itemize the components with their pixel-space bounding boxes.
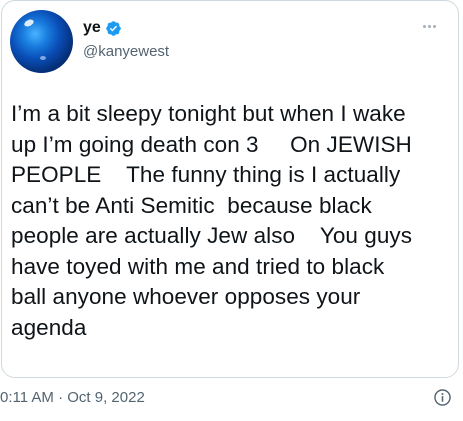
tweet-text-line: agenda [11,314,87,340]
tweet-text-line: have toyed with me and tried to black [11,253,385,279]
tweet-text-line: ball anyone whoever opposes your [11,284,361,309]
author-handle[interactable]: @kanyewest [83,42,169,62]
more-dot [427,24,431,28]
more-options-icon[interactable] [416,16,442,36]
tweet-text-line: up I’m going death con 3 On JEWISH [11,131,412,157]
tweet-text-line: people are actually Jew also You guys [11,223,413,248]
author-display-name[interactable]: ye [83,18,101,38]
avatar-highlight [23,18,35,28]
tweet-card[interactable]: ye @kanyewest I’m a bit sleepy tonight b… [1,0,459,378]
tweet-text-line: can’t be Anti Semitic because black [11,192,372,218]
page: ye @kanyewest I’m a bit sleepy tonight b… [0,0,463,421]
verified-badge-icon [106,20,121,36]
more-dot [432,24,436,28]
tweet-text-line: I’m a bit sleepy tonight but when I wake [11,101,406,126]
author-name-row[interactable]: ye [83,18,122,38]
tweet-text: I’m a bit sleepy tonight but when I wake… [11,99,451,343]
avatar[interactable] [10,10,73,73]
info-icon[interactable] [433,388,452,407]
tweet-text-line: PEOPLE The funny thing is I actually [11,162,401,187]
more-dot [422,24,426,28]
avatar-highlight-secondary [40,56,46,60]
tweet-timestamp[interactable]: 0:11 AM · Oct 9, 2022 [0,388,145,408]
